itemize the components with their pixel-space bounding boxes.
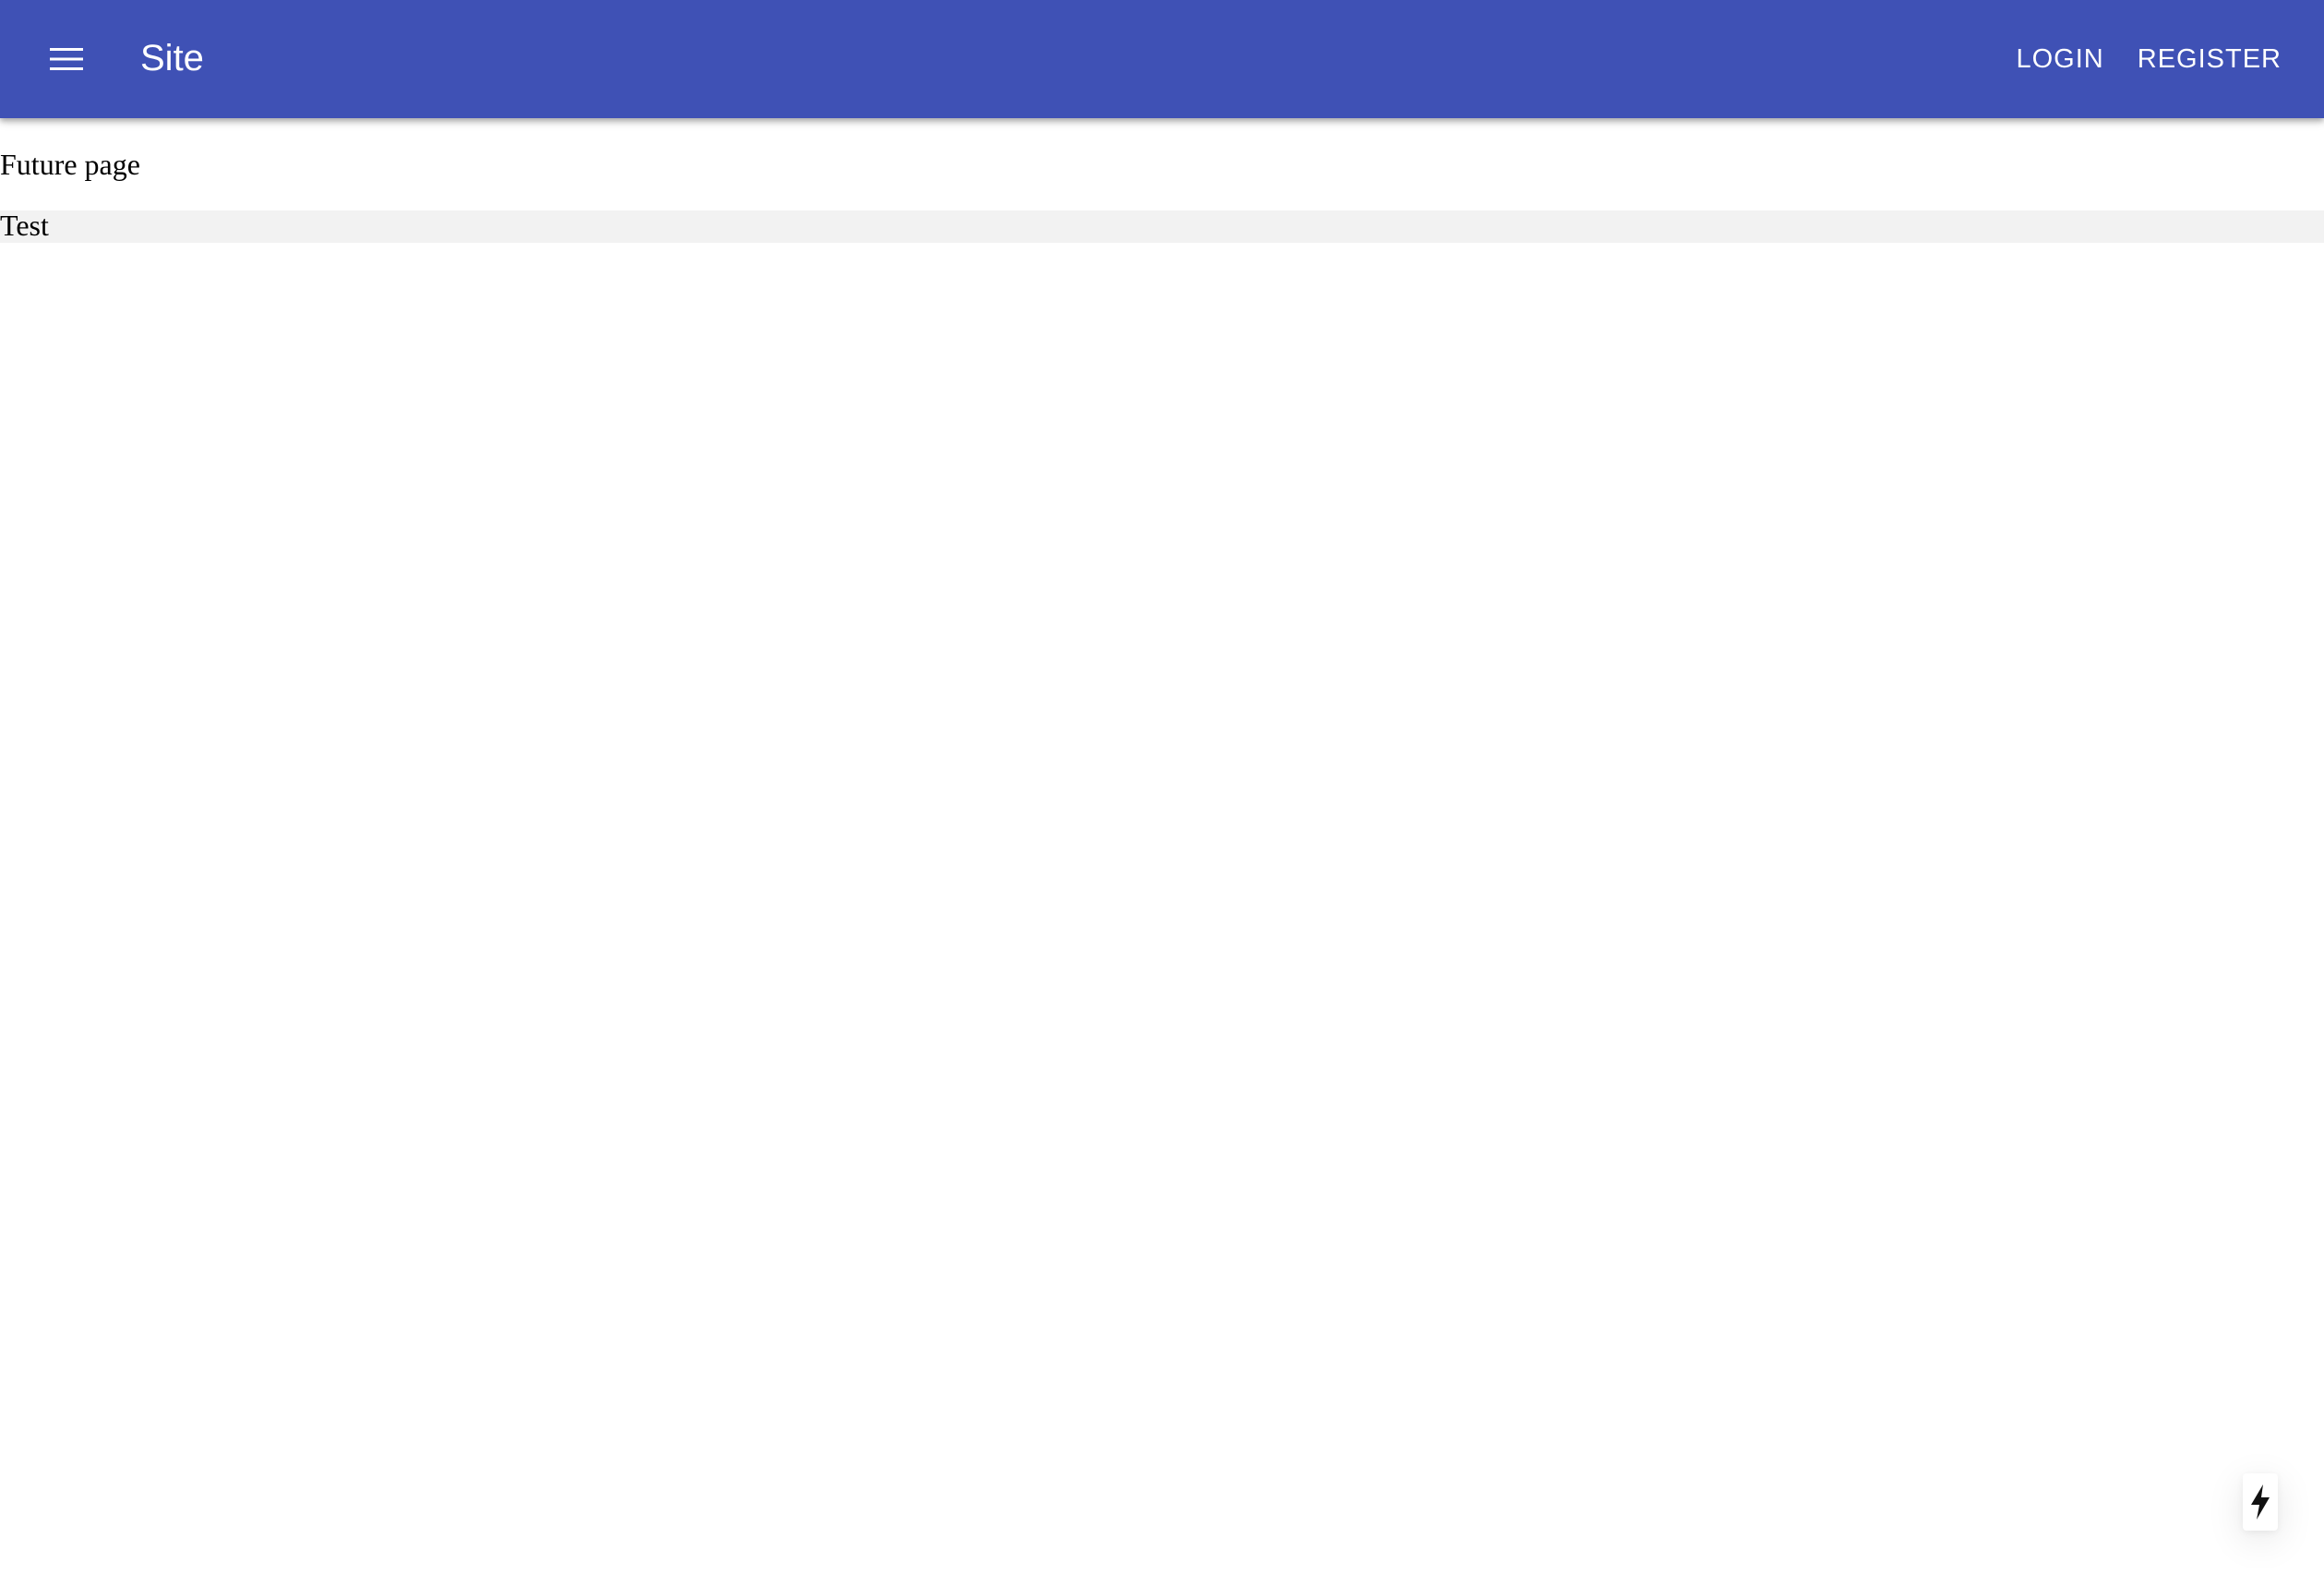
page-heading: Future page bbox=[0, 148, 140, 181]
register-button[interactable]: REGISTER bbox=[2123, 33, 2296, 86]
menu-button[interactable] bbox=[33, 26, 100, 92]
lightning-bolt-icon bbox=[2251, 1484, 2270, 1520]
appbar-actions: LOGIN REGISTER bbox=[2002, 0, 2297, 118]
login-button[interactable]: LOGIN bbox=[2002, 33, 2119, 86]
test-row-text: Test bbox=[0, 209, 49, 242]
site-title[interactable]: Site bbox=[140, 0, 204, 118]
test-row bbox=[0, 210, 2324, 243]
lightning-button[interactable] bbox=[2243, 1473, 2278, 1531]
app-bar: Site LOGIN REGISTER bbox=[0, 0, 2324, 118]
menu-icon bbox=[50, 48, 83, 70]
